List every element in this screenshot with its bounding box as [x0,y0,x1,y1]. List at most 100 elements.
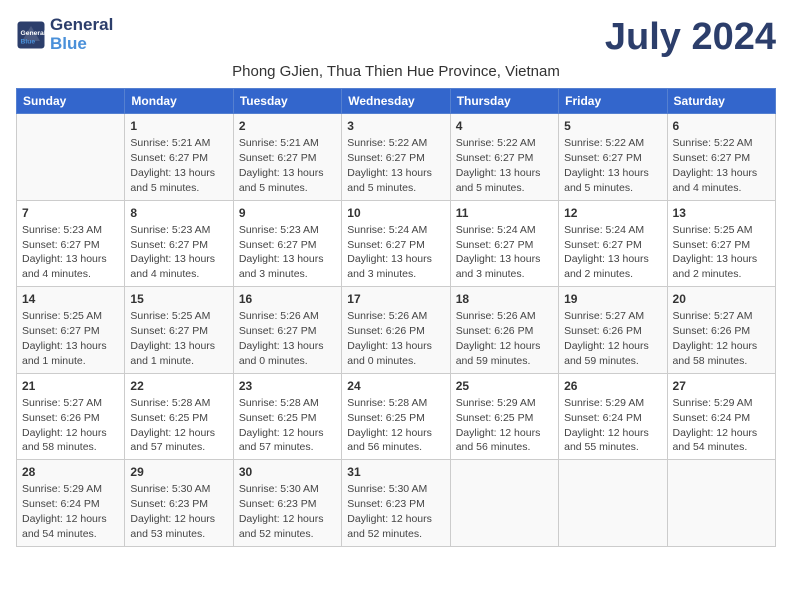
day-number: 7 [22,205,119,221]
calendar-cell: 26 Sunrise: 5:29 AM Sunset: 6:24 PM Dayli… [559,373,667,460]
logo-icon: General Blue [16,20,46,50]
day-number: 20 [673,291,770,307]
day-number: 19 [564,291,661,307]
page-header: General Blue General Blue July 2024 [16,16,776,59]
svg-text:General: General [21,30,46,37]
day-number: 24 [347,378,444,394]
day-info: Sunrise: 5:24 AM Sunset: 6:27 PM Dayligh… [347,224,432,281]
day-number: 25 [456,378,553,394]
calendar-cell: 7 Sunrise: 5:23 AM Sunset: 6:27 PM Daylig… [17,200,125,287]
calendar-cell: 9 Sunrise: 5:23 AM Sunset: 6:27 PM Daylig… [233,200,341,287]
day-number: 12 [564,205,661,221]
day-info: Sunrise: 5:21 AM Sunset: 6:27 PM Dayligh… [239,137,324,194]
calendar-cell: 19 Sunrise: 5:27 AM Sunset: 6:26 PM Dayli… [559,287,667,374]
day-info: Sunrise: 5:23 AM Sunset: 6:27 PM Dayligh… [22,224,107,281]
calendar-cell: 21Sunrise: 5:27 AM Sunset: 6:26 PM Dayli… [17,373,125,460]
calendar-cell: 28 Sunrise: 5:29 AM Sunset: 6:24 PM Dayli… [17,460,125,547]
calendar-subtitle: Phong GJien, Thua Thien Hue Province, Vi… [16,63,776,80]
day-number: 9 [239,205,336,221]
calendar-cell [450,460,558,547]
calendar-cell: 23 Sunrise: 5:28 AM Sunset: 6:25 PM Dayli… [233,373,341,460]
day-number: 22 [130,378,227,394]
col-header-thursday: Thursday [450,89,558,114]
calendar-cell: 11 Sunrise: 5:24 AM Sunset: 6:27 PM Dayli… [450,200,558,287]
calendar-cell: 18Sunrise: 5:26 AM Sunset: 6:26 PM Dayli… [450,287,558,374]
day-number: 11 [456,205,553,221]
day-number: 14 [22,291,119,307]
day-number: 1 [130,118,227,134]
day-number: 2 [239,118,336,134]
calendar-cell: 2 Sunrise: 5:21 AM Sunset: 6:27 PM Daylig… [233,114,341,201]
day-info: Sunrise: 5:29 AM Sunset: 6:24 PM Dayligh… [673,397,758,454]
day-info: Sunrise: 5:23 AM Sunset: 6:27 PM Dayligh… [130,224,215,281]
calendar-cell: 1 Sunrise: 5:21 AM Sunset: 6:27 PM Daylig… [125,114,233,201]
calendar-cell: 13 Sunrise: 5:25 AM Sunset: 6:27 PM Dayli… [667,200,775,287]
calendar-cell: 8 Sunrise: 5:23 AM Sunset: 6:27 PM Daylig… [125,200,233,287]
calendar-cell: 25 Sunrise: 5:29 AM Sunset: 6:25 PM Dayli… [450,373,558,460]
day-info: Sunrise: 5:28 AM Sunset: 6:25 PM Dayligh… [130,397,215,454]
logo-text-general: General [50,16,113,35]
day-info: Sunrise: 5:30 AM Sunset: 6:23 PM Dayligh… [347,483,432,540]
day-number: 8 [130,205,227,221]
day-info: Sunrise: 5:26 AM Sunset: 6:26 PM Dayligh… [347,310,432,367]
day-info: Sunrise: 5:23 AM Sunset: 6:27 PM Dayligh… [239,224,324,281]
day-info: Sunrise: 5:27 AM Sunset: 6:26 PM Dayligh… [22,397,107,454]
day-info: Sunrise: 5:25 AM Sunset: 6:27 PM Dayligh… [22,310,107,367]
day-info: Sunrise: 5:29 AM Sunset: 6:24 PM Dayligh… [22,483,107,540]
day-number: 28 [22,464,119,480]
day-info: Sunrise: 5:29 AM Sunset: 6:24 PM Dayligh… [564,397,649,454]
day-info: Sunrise: 5:26 AM Sunset: 6:27 PM Dayligh… [239,310,324,367]
calendar-cell: 12 Sunrise: 5:24 AM Sunset: 6:27 PM Dayli… [559,200,667,287]
day-info: Sunrise: 5:29 AM Sunset: 6:25 PM Dayligh… [456,397,541,454]
day-info: Sunrise: 5:22 AM Sunset: 6:27 PM Dayligh… [564,137,649,194]
day-info: Sunrise: 5:27 AM Sunset: 6:26 PM Dayligh… [564,310,649,367]
day-number: 16 [239,291,336,307]
col-header-tuesday: Tuesday [233,89,341,114]
day-number: 27 [673,378,770,394]
calendar-cell: 3 Sunrise: 5:22 AM Sunset: 6:27 PM Daylig… [342,114,450,201]
day-number: 13 [673,205,770,221]
day-info: Sunrise: 5:27 AM Sunset: 6:26 PM Dayligh… [673,310,758,367]
calendar-cell: 27 Sunrise: 5:29 AM Sunset: 6:24 PM Dayli… [667,373,775,460]
day-number: 26 [564,378,661,394]
day-number: 23 [239,378,336,394]
day-info: Sunrise: 5:30 AM Sunset: 6:23 PM Dayligh… [130,483,215,540]
day-info: Sunrise: 5:25 AM Sunset: 6:27 PM Dayligh… [130,310,215,367]
svg-text:Blue: Blue [21,38,36,45]
day-number: 15 [130,291,227,307]
day-number: 29 [130,464,227,480]
day-number: 4 [456,118,553,134]
calendar-cell: 20 Sunrise: 5:27 AM Sunset: 6:26 PM Dayli… [667,287,775,374]
day-number: 6 [673,118,770,134]
calendar-cell: 22 Sunrise: 5:28 AM Sunset: 6:25 PM Dayli… [125,373,233,460]
calendar-cell: 29 Sunrise: 5:30 AM Sunset: 6:23 PM Dayli… [125,460,233,547]
day-info: Sunrise: 5:22 AM Sunset: 6:27 PM Dayligh… [347,137,432,194]
day-info: Sunrise: 5:26 AM Sunset: 6:26 PM Dayligh… [456,310,541,367]
calendar-cell: 17 Sunrise: 5:26 AM Sunset: 6:26 PM Dayli… [342,287,450,374]
col-header-sunday: Sunday [17,89,125,114]
day-number: 17 [347,291,444,307]
day-number: 5 [564,118,661,134]
calendar-cell [667,460,775,547]
calendar-cell: 15 Sunrise: 5:25 AM Sunset: 6:27 PM Dayli… [125,287,233,374]
day-number: 3 [347,118,444,134]
col-header-friday: Friday [559,89,667,114]
day-info: Sunrise: 5:28 AM Sunset: 6:25 PM Dayligh… [347,397,432,454]
day-number: 31 [347,464,444,480]
col-header-wednesday: Wednesday [342,89,450,114]
day-info: Sunrise: 5:22 AM Sunset: 6:27 PM Dayligh… [673,137,758,194]
day-info: Sunrise: 5:28 AM Sunset: 6:25 PM Dayligh… [239,397,324,454]
calendar-cell: 31 Sunrise: 5:30 AM Sunset: 6:23 PM Dayli… [342,460,450,547]
day-number: 30 [239,464,336,480]
day-info: Sunrise: 5:21 AM Sunset: 6:27 PM Dayligh… [130,137,215,194]
day-info: Sunrise: 5:22 AM Sunset: 6:27 PM Dayligh… [456,137,541,194]
calendar-cell: 5 Sunrise: 5:22 AM Sunset: 6:27 PM Daylig… [559,114,667,201]
calendar-cell: 24 Sunrise: 5:28 AM Sunset: 6:25 PM Dayli… [342,373,450,460]
calendar-cell: 30Sunrise: 5:30 AM Sunset: 6:23 PM Dayli… [233,460,341,547]
day-info: Sunrise: 5:25 AM Sunset: 6:27 PM Dayligh… [673,224,758,281]
calendar-cell [559,460,667,547]
logo-text-blue: Blue [50,35,113,54]
day-info: Sunrise: 5:24 AM Sunset: 6:27 PM Dayligh… [456,224,541,281]
day-info: Sunrise: 5:24 AM Sunset: 6:27 PM Dayligh… [564,224,649,281]
calendar-cell: 4 Sunrise: 5:22 AM Sunset: 6:27 PM Daylig… [450,114,558,201]
